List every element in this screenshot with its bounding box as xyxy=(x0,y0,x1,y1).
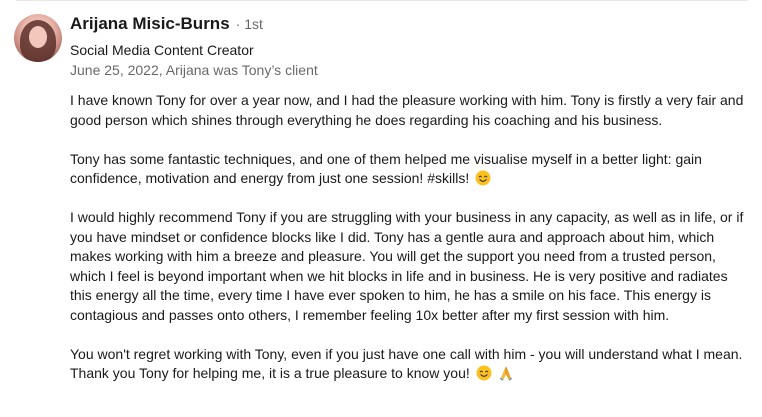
recommendation-meta: June 25, 2022, Arijana was Tony’s client xyxy=(70,62,318,78)
recommender-header: Arijana Misic-Burns · 1st Social Media C… xyxy=(70,14,318,80)
connection-degree: · 1st xyxy=(235,16,263,32)
paragraph: I have known Tony for over a year now, a… xyxy=(70,91,750,130)
paragraph: Tony has some fantastic techniques, and … xyxy=(70,150,750,189)
smiling-face-emoji-icon xyxy=(476,365,492,381)
name-row: Arijana Misic-Burns · 1st xyxy=(70,14,318,38)
smiling-face-emoji-icon xyxy=(475,170,491,186)
paragraph: I would highly recommend Tony if you are… xyxy=(70,208,750,325)
folded-hands-emoji-icon xyxy=(499,366,512,381)
paragraph: You won't regret working with Tony, even… xyxy=(70,345,750,384)
recommender-name[interactable]: Arijana Misic-Burns xyxy=(70,14,230,34)
recommender-headline: Social Media Content Creator xyxy=(70,42,254,58)
recommendation-text: I have known Tony for over a year now, a… xyxy=(70,91,750,403)
section-divider xyxy=(16,0,748,1)
avatar[interactable] xyxy=(14,14,62,62)
paragraph-text: I would highly recommend Tony if you are… xyxy=(70,209,744,323)
paragraph-text: You won't regret working with Tony, even… xyxy=(70,345,743,382)
paragraph-text: Tony has some fantastic techniques, and … xyxy=(70,150,702,187)
paragraph-text: I have known Tony for over a year now, a… xyxy=(70,92,744,128)
avatar-face xyxy=(29,26,47,48)
